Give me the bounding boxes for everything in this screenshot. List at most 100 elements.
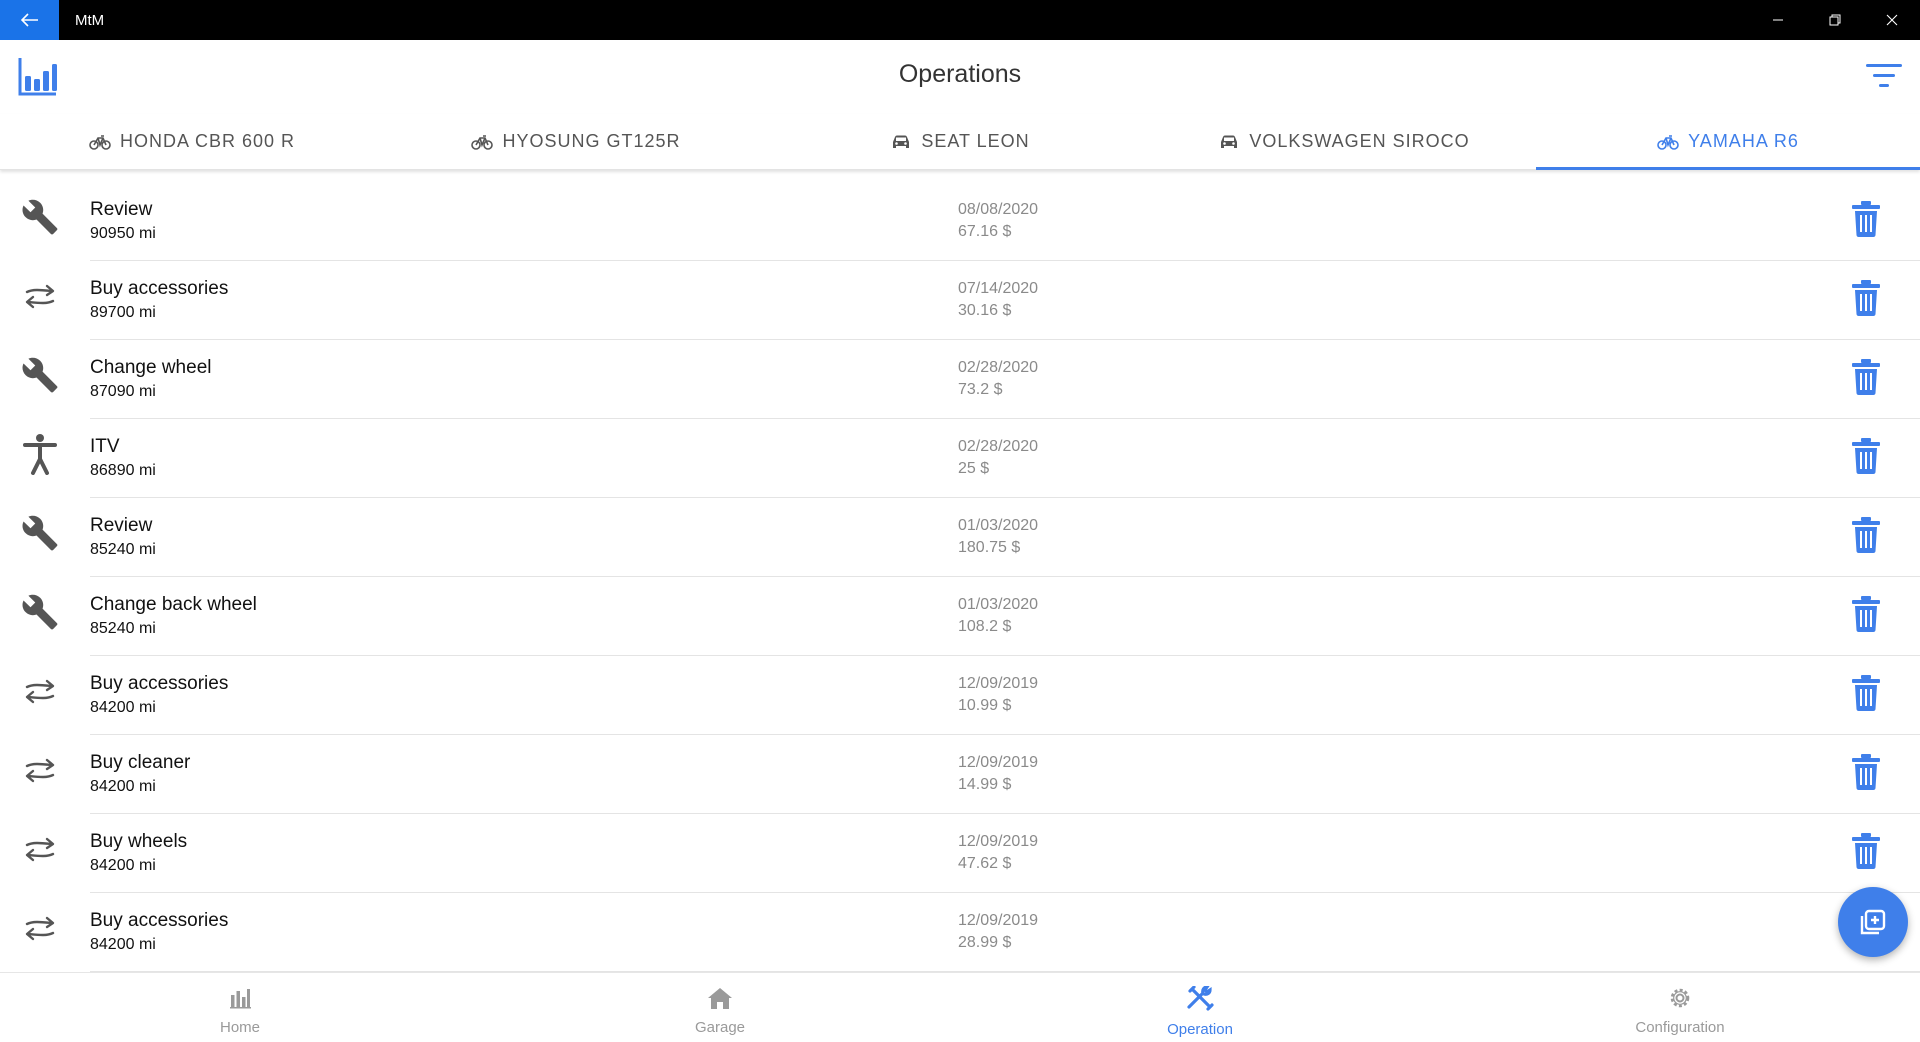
wrench-icon bbox=[20, 592, 60, 632]
bicycle-icon bbox=[471, 133, 494, 151]
wrench-icon bbox=[20, 355, 60, 395]
nav-item[interactable]: Operation bbox=[960, 973, 1440, 1042]
operation-row[interactable]: Buy cleaner 84200 mi 12/09/2019 14.99 $ bbox=[0, 735, 1920, 814]
close-button[interactable] bbox=[1863, 0, 1920, 40]
operation-cost: 73.2 $ bbox=[958, 381, 1003, 398]
vehicle-tabs: HONDA CBR 600 R HYOSUNG GT125R SEAT LEON VO… bbox=[0, 114, 1920, 170]
tab-vehicle[interactable]: VOLKSWAGEN SIROCO bbox=[1152, 114, 1536, 169]
trash-icon bbox=[1850, 833, 1882, 874]
operation-name: Buy wheels bbox=[90, 831, 188, 852]
page-title: Operations bbox=[898, 60, 1022, 88]
operation-row[interactable]: Buy accessories 84200 mi 12/09/2019 10.9… bbox=[0, 656, 1920, 735]
trash-icon bbox=[1850, 280, 1882, 321]
app-header: Operations bbox=[0, 40, 1920, 114]
filter-icon bbox=[1866, 64, 1902, 87]
operation-cost: 28.99 $ bbox=[958, 934, 1012, 951]
operation-name: Buy cleaner bbox=[90, 752, 191, 773]
nav-label: Configuration bbox=[1635, 1019, 1725, 1036]
operation-mileage: 84200 mi bbox=[90, 699, 156, 716]
operation-row[interactable]: Buy accessories 89700 mi 07/14/2020 30.1… bbox=[0, 261, 1920, 340]
operation-date: 01/03/2020 bbox=[958, 596, 1039, 613]
tools-icon bbox=[1186, 985, 1214, 1016]
operation-mileage: 85240 mi bbox=[90, 620, 156, 637]
swap-icon bbox=[20, 276, 60, 316]
operation-row[interactable]: Review 90950 mi 08/08/2020 67.16 $ bbox=[0, 182, 1920, 261]
operation-date: 08/08/2020 bbox=[958, 201, 1039, 218]
delete-button[interactable] bbox=[1850, 279, 1882, 317]
operation-name: Review bbox=[90, 515, 153, 536]
operation-date: 12/09/2019 bbox=[958, 833, 1039, 850]
delete-button[interactable] bbox=[1850, 595, 1882, 633]
car-icon bbox=[890, 134, 912, 150]
operation-date: 02/28/2020 bbox=[958, 438, 1039, 455]
operation-name: ITV bbox=[90, 436, 120, 457]
app-window: MtM Operations HONDA CBR 600 R HYOSUNG G… bbox=[0, 0, 1920, 1042]
operation-cost: 108.2 $ bbox=[958, 618, 1012, 635]
bottom-navigation: Home Garage Operation Configuration bbox=[0, 972, 1920, 1042]
operation-date: 01/03/2020 bbox=[958, 517, 1039, 534]
swap-icon bbox=[20, 671, 60, 711]
tab-vehicle[interactable]: YAMAHA R6 bbox=[1536, 114, 1920, 170]
trash-icon bbox=[1850, 754, 1882, 795]
tab-vehicle[interactable]: HYOSUNG GT125R bbox=[384, 114, 768, 169]
restore-button[interactable] bbox=[1806, 0, 1863, 40]
operation-row[interactable]: ITV 86890 mi 02/28/2020 25 $ bbox=[0, 419, 1920, 498]
car-icon bbox=[1218, 134, 1240, 150]
window-title: MtM bbox=[75, 11, 105, 29]
operation-cost: 25 $ bbox=[958, 460, 990, 477]
restore-icon bbox=[1829, 14, 1840, 26]
tab-vehicle[interactable]: HONDA CBR 600 R bbox=[0, 114, 384, 169]
swap-icon bbox=[20, 829, 60, 869]
operation-date: 12/09/2019 bbox=[958, 675, 1039, 692]
nav-label: Operation bbox=[1167, 1021, 1233, 1038]
operation-row[interactable]: Change back wheel 85240 mi 01/03/2020 10… bbox=[0, 577, 1920, 656]
operation-cost: 67.16 $ bbox=[958, 223, 1012, 240]
delete-button[interactable] bbox=[1850, 437, 1882, 475]
window-controls bbox=[1749, 0, 1920, 40]
delete-button[interactable] bbox=[1850, 753, 1882, 791]
delete-button[interactable] bbox=[1850, 674, 1882, 712]
add-operation-button[interactable] bbox=[1838, 887, 1908, 957]
operation-name: Review bbox=[90, 199, 153, 220]
tab-label: SEAT LEON bbox=[921, 131, 1030, 151]
title-bar: MtM bbox=[0, 0, 1920, 40]
tab-label: VOLKSWAGEN SIROCO bbox=[1249, 131, 1470, 151]
operation-name: Buy accessories bbox=[90, 278, 229, 299]
operation-row[interactable]: Buy wheels 84200 mi 12/09/2019 47.62 $ bbox=[0, 814, 1920, 893]
gear-icon bbox=[1668, 986, 1692, 1014]
operation-cost: 180.75 $ bbox=[958, 539, 1021, 556]
delete-button[interactable] bbox=[1850, 358, 1882, 396]
close-icon bbox=[1886, 14, 1897, 26]
swap-icon bbox=[20, 750, 60, 790]
tab-label: HYOSUNG GT125R bbox=[502, 131, 681, 151]
delete-button[interactable] bbox=[1850, 832, 1882, 870]
operation-name: Change wheel bbox=[90, 357, 212, 378]
delete-button[interactable] bbox=[1850, 200, 1882, 238]
operation-cost: 47.62 $ bbox=[958, 855, 1012, 872]
operation-date: 07/14/2020 bbox=[958, 280, 1039, 297]
nav-item[interactable]: Home bbox=[0, 973, 480, 1042]
minimize-button[interactable] bbox=[1749, 0, 1806, 40]
operation-mileage: 90950 mi bbox=[90, 225, 156, 242]
nav-item[interactable]: Garage bbox=[480, 973, 960, 1042]
trash-icon bbox=[1850, 517, 1882, 558]
operation-row[interactable]: Buy accessories 84200 mi 12/09/2019 28.9… bbox=[0, 893, 1920, 972]
operation-row[interactable]: Change wheel 87090 mi 02/28/2020 73.2 $ bbox=[0, 340, 1920, 419]
operation-mileage: 87090 mi bbox=[90, 383, 156, 400]
bar-chart-icon bbox=[228, 986, 252, 1014]
home-icon bbox=[707, 986, 733, 1014]
accessibility-icon bbox=[20, 434, 60, 475]
tab-vehicle[interactable]: SEAT LEON bbox=[768, 114, 1152, 169]
operation-name: Buy accessories bbox=[90, 673, 229, 694]
operation-cost: 14.99 $ bbox=[958, 776, 1012, 793]
back-button[interactable] bbox=[0, 0, 59, 40]
operation-row[interactable]: Review 85240 mi 01/03/2020 180.75 $ bbox=[0, 498, 1920, 577]
tab-label: YAMAHA R6 bbox=[1688, 131, 1799, 151]
delete-button[interactable] bbox=[1850, 516, 1882, 554]
operation-mileage: 84200 mi bbox=[90, 857, 156, 874]
wrench-icon bbox=[20, 513, 60, 553]
trash-icon bbox=[1850, 359, 1882, 400]
filter-button[interactable] bbox=[1864, 58, 1904, 94]
nav-item[interactable]: Configuration bbox=[1440, 973, 1920, 1042]
add-icon bbox=[1860, 909, 1886, 935]
